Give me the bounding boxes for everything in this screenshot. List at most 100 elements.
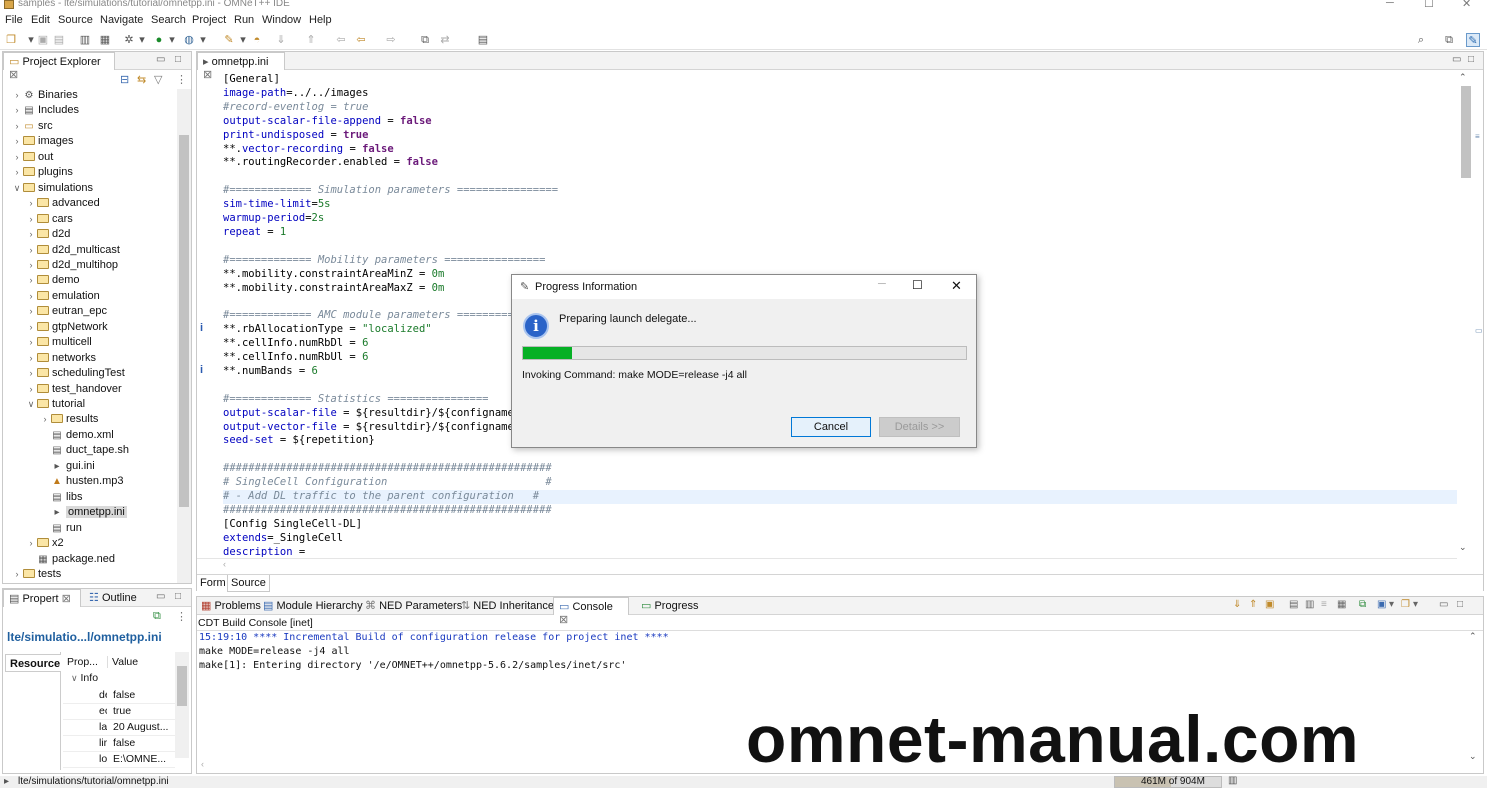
new-console-icon[interactable]: ❐ (1401, 599, 1410, 610)
chevron-right-icon[interactable]: › (25, 229, 37, 239)
chevron-down-icon[interactable]: ∨ (25, 399, 37, 410)
tab-properties[interactable]: ▤ Propert ⊠ (3, 589, 81, 607)
overview-marker-icon[interactable]: ▭ (1475, 326, 1483, 335)
chevron-right-icon[interactable]: › (11, 167, 23, 177)
scroll-down-icon[interactable]: ⌄ (1459, 542, 1467, 553)
tab-ned-parameters[interactable]: ⌘ NED Parameters (361, 597, 466, 615)
show-on-output-icon[interactable]: ⇑ (1249, 599, 1257, 610)
tree-item[interactable]: › results (3, 413, 99, 428)
menu-project[interactable]: Project (192, 14, 226, 26)
omnet-perspective-icon[interactable]: ✎ (1466, 33, 1480, 47)
tree-item[interactable]: ▸ gui.ini (3, 460, 94, 475)
chevron-right-icon[interactable]: › (11, 152, 23, 162)
tab-problems[interactable]: ▦ Problems (197, 597, 265, 615)
chevron-right-icon[interactable]: › (11, 90, 23, 100)
dialog-close-button[interactable]: ✕ (951, 278, 962, 294)
minimize-window-button[interactable]: ─ (1386, 0, 1394, 9)
scroll-down-icon[interactable]: ⌄ (1469, 751, 1477, 762)
pencil-icon[interactable]: ✎ (222, 33, 236, 47)
editor-scrollbar[interactable]: ⌃ ⌄ (1459, 72, 1473, 558)
collapse-all-icon[interactable]: ⊟ (120, 73, 129, 86)
menu-navigate[interactable]: Navigate (100, 14, 143, 26)
tree-item[interactable]: › schedulingTest (3, 367, 125, 382)
tree-item[interactable]: › gtpNetwork (3, 321, 108, 336)
close-icon[interactable]: ⊠ (203, 69, 212, 81)
chevron-right-icon[interactable]: › (25, 198, 37, 208)
chevron-right-icon[interactable]: › (25, 245, 37, 255)
menu-search[interactable]: Search (151, 14, 186, 26)
chevron-right-icon[interactable]: › (11, 105, 23, 115)
clear-console-icon[interactable]: ▦ (1337, 599, 1346, 610)
minimize-icon[interactable]: ▭ (1439, 599, 1448, 610)
maximize-icon[interactable]: □ (175, 591, 181, 602)
chevron-right-icon[interactable]: › (25, 322, 37, 332)
menu-run[interactable]: Run (234, 14, 254, 26)
tab-source[interactable]: Source (227, 575, 270, 592)
display-console-icon[interactable]: ⧉ (1359, 599, 1366, 610)
save-icon[interactable]: ▣ (36, 33, 50, 47)
pin-icon[interactable]: ⧉ (153, 610, 161, 623)
tree-item[interactable]: › tests (3, 568, 62, 583)
tree-item[interactable]: › test_handover (3, 383, 122, 398)
search-icon[interactable]: ⌕ (1414, 33, 1428, 47)
tab-console[interactable]: ▭ Console ⊠ (553, 597, 629, 626)
overview-marker-icon[interactable]: ≡ (1475, 132, 1480, 141)
filter-icon[interactable]: ▽ (154, 73, 162, 86)
tree-item[interactable]: ∨ tutorial (3, 398, 85, 413)
menu-help[interactable]: Help (309, 14, 332, 26)
link-icon[interactable]: ⇄ (438, 33, 452, 47)
maximize-icon[interactable]: □ (1457, 599, 1463, 610)
close-window-button[interactable]: ✕ (1462, 0, 1471, 10)
info-group-row[interactable]: ∨ Info (71, 672, 98, 684)
tree-item[interactable]: ▲ husten.mp3 (3, 475, 123, 490)
close-icon[interactable]: ⊠ (62, 593, 71, 605)
tree-item[interactable]: › d2d (3, 228, 71, 243)
properties-scrollbar[interactable] (175, 652, 189, 758)
link-with-editor-icon[interactable]: ⇆ (137, 73, 146, 86)
word-wrap-icon[interactable]: ≡ (1321, 599, 1327, 610)
minimize-icon[interactable]: ▭ (1452, 54, 1461, 65)
tab-omnetpp-ini[interactable]: ▸ omnetpp.ini ⊠ (197, 52, 285, 81)
chevron-right-icon[interactable]: › (25, 368, 37, 378)
tree-item[interactable]: › plugins (3, 166, 73, 181)
scroll-up-icon[interactable]: ⌃ (1459, 72, 1467, 83)
minimize-icon[interactable]: ▭ (156, 591, 165, 602)
property-row[interactable]: lo E:\OMNE... (63, 752, 175, 768)
tree-item[interactable]: › ⚙ Binaries (3, 89, 78, 104)
print-icon[interactable]: ▥ (78, 33, 92, 47)
tree-item[interactable]: ∨ simulations (3, 182, 93, 197)
chevron-right-icon[interactable]: › (25, 337, 37, 347)
open-console-icon[interactable]: ▣ (1377, 599, 1386, 610)
tree-item[interactable]: › multicell (3, 336, 92, 351)
properties-scroll-thumb[interactable] (177, 666, 187, 706)
prop-column-header[interactable]: Prop... (67, 656, 98, 668)
scroll-up-icon[interactable]: ⌃ (1469, 631, 1477, 642)
tab-progress[interactable]: ▭ Progress (637, 597, 703, 615)
menu-edit[interactable]: Edit (31, 14, 50, 26)
dropdown-arrow-icon[interactable]: ▾ (165, 33, 179, 47)
tree-item[interactable]: › images (3, 135, 74, 150)
chevron-right-icon[interactable]: › (39, 414, 51, 424)
profile-icon[interactable]: ◍ (182, 33, 196, 47)
close-icon[interactable]: ⊠ (559, 614, 568, 626)
next-annotation-icon[interactable]: ⇓ (274, 33, 288, 47)
tree-item[interactable]: › ▤ Includes (3, 104, 79, 119)
tree-item[interactable]: ▤ libs (3, 491, 82, 506)
tree-item[interactable]: › d2d_multihop (3, 259, 119, 274)
tree-item[interactable]: › networks (3, 352, 97, 367)
menu-source[interactable]: Source (58, 14, 93, 26)
chevron-right-icon[interactable]: › (11, 569, 23, 579)
dropdown-arrow-icon[interactable]: ▾ (1389, 599, 1394, 610)
last-edit-icon[interactable]: ⇦ (334, 33, 348, 47)
resource-category[interactable]: Resource (5, 654, 61, 672)
save-all-icon[interactable]: ▤ (52, 33, 66, 47)
chevron-right-icon[interactable]: › (25, 275, 37, 285)
heap-status[interactable]: 461M of 904M (1114, 776, 1222, 788)
details-button[interactable]: Details >> (879, 417, 960, 437)
chevron-right-icon[interactable]: › (25, 538, 37, 548)
minimize-icon[interactable]: ▭ (156, 54, 165, 65)
tree-item[interactable]: › d2d_multicast (3, 244, 120, 259)
chevron-right-icon[interactable]: › (25, 214, 37, 224)
run-icon[interactable]: ● (152, 33, 166, 47)
property-row[interactable]: ectrue (63, 704, 175, 720)
